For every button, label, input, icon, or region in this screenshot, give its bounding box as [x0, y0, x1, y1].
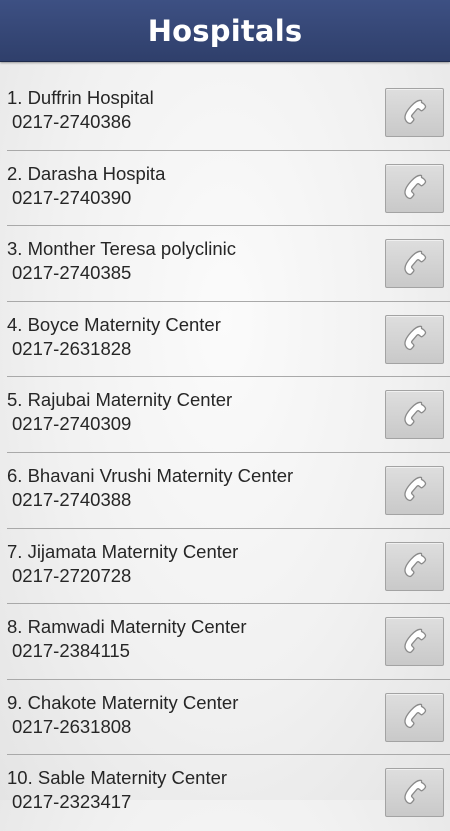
- hospital-phone: 0217-2631808: [12, 715, 132, 737]
- hospital-row: 9. Chakote Maternity Center 0217-2631808: [0, 680, 450, 756]
- phone-handset-icon: [403, 779, 426, 804]
- call-button[interactable]: [385, 768, 444, 818]
- app-header: Hospitals: [0, 0, 450, 62]
- call-button[interactable]: [385, 465, 444, 515]
- call-button[interactable]: [385, 88, 444, 137]
- hospital-phone: 0217-2631828: [12, 337, 132, 359]
- phone-handset-icon: [403, 703, 426, 729]
- hospital-row: 2. Darasha Hospita 0217-2740390: [0, 151, 450, 227]
- hospital-phone: 0217-2740388: [12, 488, 132, 510]
- hospital-phone: 0217-2740390: [12, 186, 132, 208]
- phone-handset-icon: [403, 174, 426, 200]
- call-button[interactable]: [385, 163, 444, 213]
- hospital-name: 2. Darasha Hospita: [7, 162, 166, 184]
- hospital-name: 7. Jijamata Maternity Center: [7, 540, 239, 562]
- hospital-row: 4. Boyce Maternity Center 0217-2631828: [0, 302, 450, 378]
- hospital-name: 9. Chakote Maternity Center: [7, 691, 239, 713]
- hospital-row: 7. Jijamata Maternity Center 0217-272072…: [0, 529, 450, 605]
- call-button[interactable]: [385, 390, 444, 440]
- hospital-phone: 0217-2740386: [12, 111, 132, 132]
- hospital-name: 10. Sable Maternity Center: [7, 767, 228, 789]
- hospital-name: 4. Boyce Maternity Center: [7, 313, 221, 335]
- call-button[interactable]: [385, 541, 444, 591]
- hospital-phone: 0217-2740309: [12, 413, 132, 435]
- call-button[interactable]: [385, 314, 444, 364]
- hospital-phone: 0217-2384115: [12, 640, 130, 662]
- hospital-row: 3. Monther Teresa polyclinic 0217-274038…: [0, 226, 450, 302]
- hospital-row: 5. Rajubai Maternity Center 0217-2740309: [0, 377, 450, 453]
- hospital-phone: 0217-2323417: [12, 791, 132, 813]
- phone-handset-icon: [403, 99, 426, 124]
- phone-handset-icon: [403, 628, 426, 653]
- hospital-name: 1. Duffrin Hospital: [7, 87, 154, 108]
- call-button[interactable]: [385, 617, 444, 667]
- page-title: Hospitals: [147, 13, 303, 48]
- call-button[interactable]: [385, 239, 444, 289]
- phone-handset-icon: [403, 401, 426, 426]
- phone-handset-icon: [403, 477, 426, 502]
- hospital-phone: 0217-2740385: [12, 262, 132, 284]
- hospital-name: 5. Rajubai Maternity Center: [7, 389, 233, 411]
- hospital-row: 8. Ramwadi Maternity Center 0217-2384115: [0, 604, 450, 680]
- hospital-name: 8. Ramwadi Maternity Center: [7, 616, 247, 638]
- phone-handset-icon: [403, 250, 426, 275]
- hospital-name: 6. Bhavani Vrushi Maternity Center: [7, 464, 294, 486]
- phone-handset-icon: [403, 552, 426, 578]
- hospital-phone: 0217-2720728: [12, 564, 132, 586]
- hospital-row: 10. Sable Maternity Center 0217-2323417: [0, 755, 450, 831]
- call-button[interactable]: [385, 692, 444, 742]
- phone-handset-icon: [403, 325, 426, 351]
- hospital-row: 1. Duffrin Hospital 0217-2740386: [0, 75, 450, 151]
- hospital-list: 1. Duffrin Hospital 0217-2740386 2. Dara…: [0, 75, 450, 831]
- hospital-name: 3. Monther Teresa polyclinic: [7, 238, 236, 260]
- hospital-row: 6. Bhavani Vrushi Maternity Center 0217-…: [0, 453, 450, 529]
